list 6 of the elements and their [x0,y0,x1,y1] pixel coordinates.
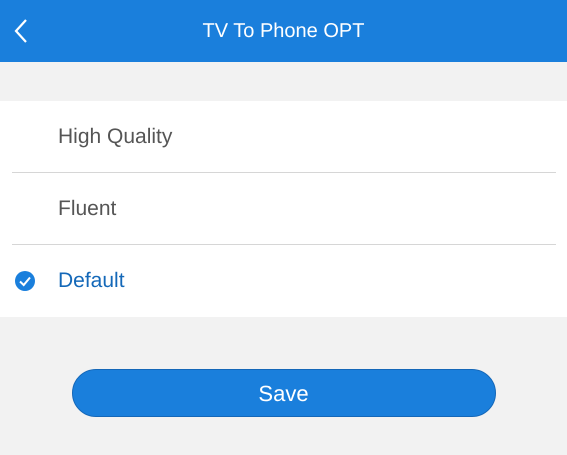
option-item[interactable]: Default [58,265,125,297]
option-item[interactable]: High Quality [58,120,172,152]
back-icon [14,18,28,44]
option-item[interactable]: Fluent [58,192,116,224]
page-title: TV To Phone OPT [202,19,364,44]
save-button[interactable]: Save [72,369,496,417]
